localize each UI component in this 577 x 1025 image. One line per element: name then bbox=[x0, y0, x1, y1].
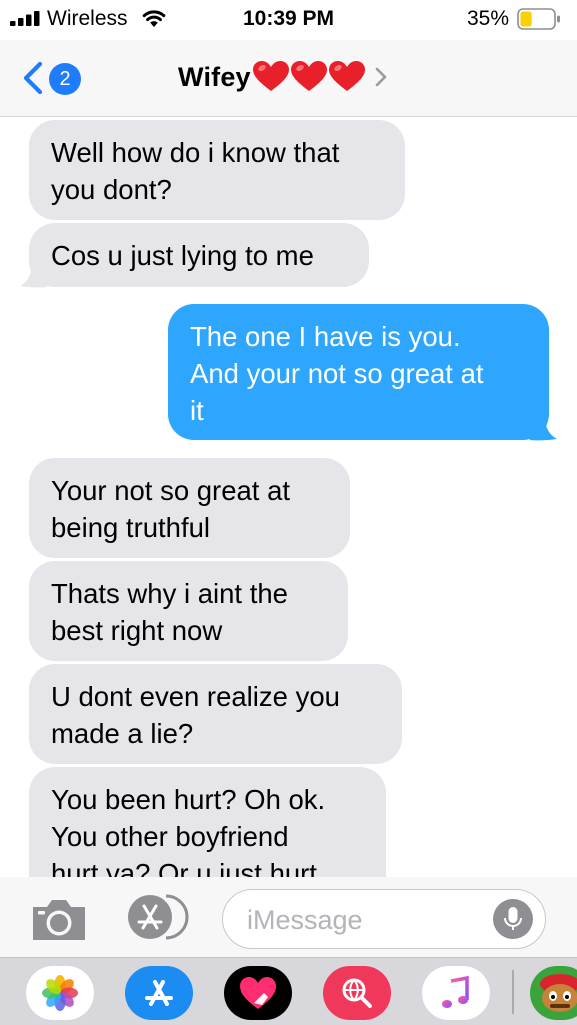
chevron-right-icon bbox=[375, 67, 387, 87]
heart-icon bbox=[328, 61, 365, 91]
drawer-divider bbox=[512, 970, 514, 1014]
compose-bar bbox=[0, 877, 577, 957]
microphone-button[interactable] bbox=[493, 899, 533, 939]
message-bubble-incoming[interactable]: Your not so great at being truthful bbox=[29, 458, 350, 558]
unread-count-badge[interactable]: 2 bbox=[49, 63, 81, 95]
app-drawer bbox=[0, 957, 577, 1025]
message-line: The one I have is you. bbox=[190, 321, 461, 352]
message-bubble-incoming[interactable]: You been hurt? Oh ok. You other boyfrien… bbox=[29, 767, 386, 877]
wifi-icon bbox=[142, 10, 166, 27]
status-time: 10:39 PM bbox=[243, 7, 335, 30]
photos-app-icon[interactable] bbox=[26, 966, 94, 1020]
message-line: You other boyfriend bbox=[51, 821, 289, 852]
message-line: U dont even realize you bbox=[51, 681, 340, 712]
signal-icon bbox=[10, 11, 40, 26]
contact-name: Wifey bbox=[178, 61, 251, 92]
conversation-header: 2 Wifey bbox=[0, 40, 577, 117]
message-bubble-incoming[interactable]: Well how do i know that you dont? bbox=[29, 120, 405, 220]
message-bubble-incoming[interactable]: Thats why i aint the best right now bbox=[29, 561, 348, 661]
back-chevron-icon[interactable] bbox=[20, 61, 46, 95]
message-bubble-incoming[interactable]: Cos u just lying to me bbox=[29, 223, 369, 287]
globe-search-icon bbox=[342, 978, 372, 1008]
heart-icon bbox=[252, 61, 289, 91]
message-line: being truthful bbox=[51, 512, 210, 543]
game-character-icon bbox=[540, 974, 577, 1012]
message-line: Your not so great at bbox=[51, 475, 291, 506]
digital-touch-app-icon[interactable] bbox=[224, 966, 292, 1020]
music-app-icon[interactable] bbox=[422, 966, 490, 1020]
battery-icon bbox=[517, 8, 560, 30]
message-line: Well how do i know that bbox=[51, 137, 340, 168]
status-bar: Wireless 10:39 PM 35% bbox=[0, 0, 577, 40]
heart-icon bbox=[290, 61, 327, 91]
message-line: made a lie? bbox=[51, 718, 194, 749]
carrier-name: Wireless bbox=[47, 7, 128, 30]
app-store-app-icon[interactable] bbox=[125, 966, 193, 1020]
message-input[interactable] bbox=[245, 902, 479, 938]
message-line: best right now bbox=[51, 615, 223, 646]
imessage-field[interactable] bbox=[222, 889, 546, 949]
bubble-tail bbox=[20, 263, 47, 288]
heart-hand-icon bbox=[240, 977, 276, 1009]
contact-title[interactable]: Wifey bbox=[178, 57, 388, 97]
message-line: And your not so great at bbox=[190, 358, 484, 389]
photos-icon bbox=[42, 975, 78, 1011]
microphone-icon bbox=[504, 907, 522, 930]
app-store-icon bbox=[145, 980, 173, 1006]
message-line: it bbox=[190, 395, 204, 426]
camera-icon[interactable] bbox=[30, 897, 88, 943]
message-line: Cos u just lying to me bbox=[51, 240, 314, 271]
message-bubble-incoming[interactable]: U dont even realize you made a lie? bbox=[29, 664, 402, 764]
battery-percent: 35% bbox=[467, 7, 510, 30]
web-images-app-icon[interactable] bbox=[323, 966, 391, 1020]
message-line: hurt ya? Or u just hurt bbox=[51, 858, 317, 877]
message-thread[interactable]: Well how do i know that you dont? Cos u … bbox=[0, 117, 577, 877]
app-store-icon[interactable] bbox=[126, 893, 190, 941]
message-bubble-outgoing[interactable]: The one I have is you. And your not so g… bbox=[168, 304, 549, 440]
animoji-app-icon[interactable] bbox=[530, 966, 577, 1020]
message-line: Thats why i aint the bbox=[51, 578, 288, 609]
contact-emoji bbox=[252, 60, 366, 94]
music-note-icon bbox=[442, 975, 469, 1008]
bubble-tail bbox=[530, 416, 557, 441]
message-line: you dont? bbox=[51, 174, 172, 205]
message-line: You been hurt? Oh ok. bbox=[51, 784, 326, 815]
